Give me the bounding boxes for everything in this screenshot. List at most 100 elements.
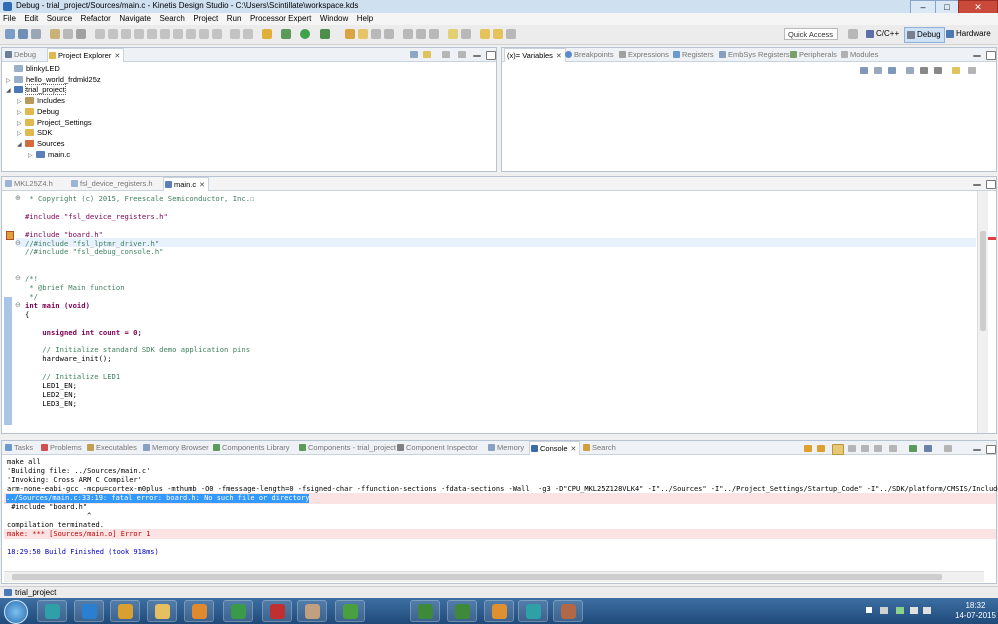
menu-navigate[interactable]: Navigate	[116, 13, 154, 25]
expander-icon[interactable]: ▷	[6, 76, 14, 86]
tray-arrow-icon[interactable]	[866, 607, 872, 613]
toolbar-icon[interactable]	[230, 29, 240, 39]
debug-configurations-icon[interactable]	[281, 29, 291, 39]
tab-component-inspector[interactable]: Component Inspector	[396, 441, 478, 454]
toolbar-icon[interactable]	[889, 445, 897, 452]
tab-peripherals[interactable]: Peripherals	[789, 48, 837, 61]
menu-window[interactable]: Window	[317, 13, 351, 25]
new-project-icon[interactable]	[345, 29, 355, 39]
new-icon[interactable]	[5, 29, 15, 39]
quick-access-input[interactable]: Quick Access	[784, 28, 838, 40]
maximize-view-icon[interactable]	[486, 51, 496, 60]
close-icon[interactable]: ✕	[571, 446, 577, 453]
close-button[interactable]: ✕	[958, 0, 998, 14]
toolbar-icon[interactable]	[874, 445, 882, 452]
taskbar-app-excel-app[interactable]	[447, 600, 477, 622]
drop-to-frame-icon[interactable]	[199, 29, 209, 39]
disconnect-icon[interactable]	[147, 29, 157, 39]
close-icon[interactable]: ✕	[199, 182, 205, 189]
expander-icon[interactable]: ◢	[6, 86, 14, 96]
start-orb-icon[interactable]	[4, 600, 28, 624]
instruction-step-icon[interactable]	[212, 29, 222, 39]
tab-registers[interactable]: Registers	[672, 48, 714, 61]
tab-debug[interactable]: Debug	[4, 48, 36, 61]
scroll-lock-icon[interactable]	[832, 444, 844, 455]
minimize-view-icon[interactable]	[473, 55, 481, 57]
menu-edit[interactable]: Edit	[21, 13, 41, 25]
console-scrollbar-thumb[interactable]	[12, 574, 942, 580]
open-perspective-icon[interactable]	[848, 29, 858, 39]
taskbar-app-windows-explorer[interactable]	[147, 600, 177, 622]
view-menu-icon[interactable]	[968, 67, 976, 74]
pin-console-icon[interactable]	[909, 445, 917, 452]
tree-item[interactable]: ▷ SDK	[17, 128, 52, 139]
taskbar-app-arduino-app-2[interactable]	[518, 600, 548, 622]
add-global-variables-icon[interactable]	[906, 67, 914, 74]
forward-icon[interactable]	[493, 29, 503, 39]
run-icon[interactable]	[300, 29, 310, 39]
layout-icon[interactable]	[952, 67, 960, 74]
menu-file[interactable]: File	[0, 13, 19, 25]
toolbar-icon[interactable]	[461, 29, 471, 39]
menu-refactor[interactable]: Refactor	[78, 13, 114, 25]
editor-scrollbar[interactable]	[977, 191, 988, 433]
perspective-hardware[interactable]: Hardware	[944, 27, 994, 41]
fold-toggle-icon[interactable]: ⊖	[15, 274, 21, 282]
taskbar-app-green-app[interactable]	[223, 600, 253, 622]
action-center-icon[interactable]	[880, 607, 888, 614]
toolbar-icon[interactable]	[804, 445, 812, 452]
external-tools-icon[interactable]	[320, 29, 330, 39]
minimize-button[interactable]: –	[910, 0, 936, 14]
show-type-names-icon[interactable]	[860, 67, 868, 74]
tab-expressions[interactable]: Expressions	[618, 48, 669, 61]
tab-tasks[interactable]: Tasks	[4, 441, 33, 454]
toolbar-icon[interactable]	[416, 29, 426, 39]
tree-item[interactable]: ▷ Debug	[17, 107, 59, 118]
menu-project[interactable]: Project	[190, 13, 221, 25]
taskbar-app-internet-explorer[interactable]	[74, 600, 104, 622]
toolbar-icon[interactable]	[861, 445, 869, 452]
tab-project-explorer[interactable]: Project Explorer ✕	[47, 48, 125, 62]
resume-icon[interactable]	[108, 29, 118, 39]
taskbar-app-orange-app[interactable]	[484, 600, 514, 622]
taskbar-clock[interactable]: 18:32 14-07-2015	[955, 601, 996, 621]
tab-variables[interactable]: (x)= Variables ✕	[504, 48, 566, 62]
link-editor-icon[interactable]	[423, 51, 431, 58]
tab-mkl25z4-h[interactable]: MKL25Z4.h	[4, 177, 53, 190]
toolbar-icon[interactable]	[817, 445, 825, 452]
open-folder-icon[interactable]	[358, 29, 368, 39]
print-icon[interactable]	[31, 29, 41, 39]
tab-main-c[interactable]: main.c ✕	[163, 177, 209, 191]
toolbar-icon[interactable]	[384, 29, 394, 39]
expander-icon[interactable]: ▷	[17, 119, 25, 129]
save-icon[interactable]	[18, 29, 28, 39]
tree-item[interactable]: ◢ Sources	[17, 139, 65, 150]
toolbar-icon[interactable]	[63, 29, 73, 39]
menu-search[interactable]: Search	[156, 13, 187, 25]
suspend-icon[interactable]	[121, 29, 131, 39]
volume-icon[interactable]	[923, 607, 931, 614]
build-icon[interactable]	[50, 29, 60, 39]
open-console-icon[interactable]	[944, 445, 952, 452]
collapse-all-icon[interactable]	[888, 67, 896, 74]
display-console-icon[interactable]	[924, 445, 932, 452]
network-icon[interactable]	[910, 607, 918, 614]
tree-item[interactable]: blinkyLED	[6, 64, 60, 74]
tab-embsys-registers[interactable]: EmbSys Registers	[718, 48, 790, 61]
menu-help[interactable]: Help	[354, 13, 376, 25]
minimize-view-icon[interactable]	[973, 449, 981, 451]
toolbar-icon[interactable]	[403, 29, 413, 39]
collapse-all-icon[interactable]	[410, 51, 418, 58]
menu-source[interactable]: Source	[44, 13, 75, 25]
taskbar-app-red-app[interactable]	[262, 600, 292, 622]
expander-icon[interactable]: ◢	[17, 140, 25, 150]
step-into-icon[interactable]	[160, 29, 170, 39]
tree-item[interactable]: ▷ Project_Settings	[17, 118, 92, 129]
maximize-view-icon[interactable]	[986, 180, 996, 189]
minimize-view-icon[interactable]	[973, 184, 981, 186]
chevron-down-icon[interactable]	[458, 51, 466, 58]
tab-breakpoints[interactable]: Breakpoints	[564, 48, 614, 61]
expander-icon[interactable]: ▷	[28, 151, 36, 161]
battery-icon[interactable]	[896, 607, 904, 614]
toolbar-icon[interactable]	[848, 445, 856, 452]
